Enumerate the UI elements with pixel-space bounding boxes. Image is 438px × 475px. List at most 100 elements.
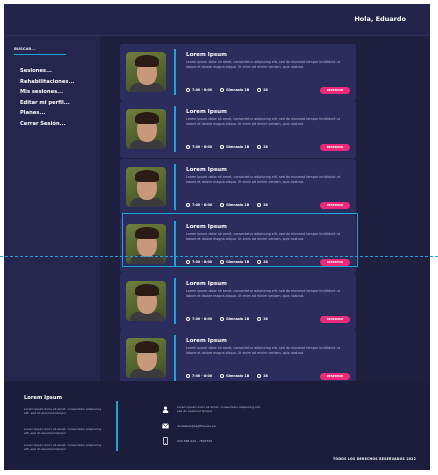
session-card[interactable]: Lorem Ipsum Lorem ipsum dolor sit amet, c… bbox=[120, 330, 356, 387]
mail-icon bbox=[162, 422, 169, 429]
card-meta: 7:00 - 8:00 Gimnasio 1B 28 bbox=[186, 88, 276, 92]
footer-phone[interactable]: 999 888 444 · 7895555 bbox=[162, 436, 212, 445]
sidebar-item-mis-sesiones[interactable]: Mis sesiones... bbox=[20, 87, 74, 98]
footer-title: Lorem Ipsum bbox=[24, 395, 62, 401]
session-card[interactable]: Lorem Ipsum Lorem ipsum dolor sit amet, c… bbox=[120, 101, 356, 158]
reserve-button[interactable]: RESERVAR bbox=[320, 87, 350, 94]
photo-hair bbox=[135, 284, 159, 296]
session-card[interactable]: Lorem Ipsum Lorem ipsum dolor sit amet, c… bbox=[120, 44, 356, 101]
card-time: 7:00 - 8:00 bbox=[186, 374, 212, 378]
photo-hair bbox=[135, 112, 159, 124]
card-count-text: 28 bbox=[263, 145, 268, 149]
location-icon bbox=[220, 317, 225, 321]
trainer-photo bbox=[126, 109, 166, 149]
user-greeting[interactable]: Hola, Eduardo bbox=[354, 15, 406, 23]
user-icon bbox=[162, 406, 169, 413]
clock-icon bbox=[186, 374, 190, 378]
card-count: 28 bbox=[257, 88, 268, 92]
card-time-text: 7:00 - 8:00 bbox=[192, 145, 213, 149]
trainer-photo bbox=[126, 167, 166, 207]
card-divider bbox=[174, 278, 176, 324]
card-divider bbox=[174, 49, 176, 95]
sidebar-item-editar-perfil[interactable]: Editar mi perfil... bbox=[20, 98, 74, 109]
card-place-text: Gimnasio 1B bbox=[226, 203, 250, 207]
card-title: Lorem Ipsum bbox=[186, 167, 227, 173]
app-frame: Hola, Eduardo BUSCAR... Sesiones... Reha… bbox=[4, 4, 430, 470]
footer-divider bbox=[116, 401, 118, 451]
footer-address: Lorem ipsum dolor sit amet, consectetur … bbox=[162, 405, 262, 413]
card-description: Lorem ipsum dolor sit amet, consectetur … bbox=[186, 117, 341, 126]
card-place: Gimnasio 1B bbox=[220, 203, 249, 207]
people-icon bbox=[257, 203, 262, 207]
card-description: Lorem ipsum dolor sit amet, consectetur … bbox=[186, 289, 341, 298]
sidebar-item-planes[interactable]: Planes... bbox=[20, 108, 74, 119]
phone-icon bbox=[162, 436, 169, 445]
card-meta: 7:00 - 8:00 Gimnasio 1B 28 bbox=[186, 203, 276, 207]
card-place: Gimnasio 1B bbox=[220, 145, 249, 149]
card-time: 7:00 - 8:00 bbox=[186, 203, 212, 207]
card-time: 7:00 - 8:00 bbox=[186, 88, 212, 92]
footer-text: Lorem ipsum dolor sit amet, consectetur … bbox=[24, 443, 102, 451]
card-meta: 7:00 - 8:00 Gimnasio 1B 28 bbox=[186, 374, 276, 378]
footer-email[interactable]: dudaabel@sagfiteness.pe bbox=[162, 422, 216, 429]
card-description: Lorem ipsum dolor sit amet, consectetur … bbox=[186, 175, 341, 184]
top-bar: Hola, Eduardo bbox=[4, 4, 430, 36]
footer-phone-text[interactable]: 999 888 444 · 7895555 bbox=[177, 439, 212, 443]
card-place: Gimnasio 1B bbox=[220, 88, 249, 92]
card-count-text: 28 bbox=[263, 203, 268, 207]
photo-hair bbox=[135, 170, 159, 182]
card-description: Lorem ipsum dolor sit amet, consectetur … bbox=[186, 346, 341, 355]
card-place: Gimnasio 1B bbox=[220, 374, 249, 378]
footer: Lorem Ipsum Lorem ipsum dolor sit amet, … bbox=[4, 381, 430, 470]
card-count: 28 bbox=[257, 317, 268, 321]
people-icon bbox=[257, 317, 262, 321]
location-icon bbox=[220, 203, 225, 207]
card-time-text: 7:00 - 8:00 bbox=[192, 317, 213, 321]
people-icon bbox=[257, 374, 262, 378]
card-count-text: 28 bbox=[263, 88, 268, 92]
session-card[interactable]: Lorem Ipsum Lorem ipsum dolor sit amet, c… bbox=[120, 273, 356, 330]
card-divider bbox=[174, 106, 176, 152]
footer-address-text: Lorem ipsum dolor sit amet, consectetur … bbox=[177, 405, 261, 413]
card-place-text: Gimnasio 1B bbox=[226, 374, 250, 378]
copyright-text: TODOS LOS DERECHOS RESERVADOS 2022 bbox=[333, 457, 416, 461]
location-icon bbox=[220, 145, 225, 149]
trainer-photo bbox=[126, 281, 166, 321]
reserve-button[interactable]: RESERVAR bbox=[320, 202, 350, 209]
card-count-text: 28 bbox=[263, 374, 268, 378]
search-input[interactable]: BUSCAR... bbox=[14, 44, 66, 55]
card-title: Lorem Ipsum bbox=[186, 52, 227, 58]
card-meta: 7:00 - 8:00 Gimnasio 1B 28 bbox=[186, 145, 276, 149]
clock-icon bbox=[186, 203, 190, 207]
trainer-photo bbox=[126, 338, 166, 378]
card-title: Lorem Ipsum bbox=[186, 281, 227, 287]
card-description: Lorem ipsum dolor sit amet, consectetur … bbox=[186, 60, 341, 69]
sidebar-menu: Sesiones... Rehabilitaciones... Mis sesi… bbox=[20, 66, 74, 129]
location-icon bbox=[220, 374, 225, 378]
sidebar-item-rehabilitaciones[interactable]: Rehabilitaciones... bbox=[20, 77, 74, 88]
card-count-text: 28 bbox=[263, 317, 268, 321]
card-title: Lorem Ipsum bbox=[186, 109, 227, 115]
card-time-text: 7:00 - 8:00 bbox=[192, 374, 213, 378]
trainer-photo bbox=[126, 52, 166, 92]
footer-text: Lorem ipsum dolor sit amet, consectetur … bbox=[24, 407, 102, 415]
card-place-text: Gimnasio 1B bbox=[226, 88, 250, 92]
reserve-button[interactable]: RESERVAR bbox=[320, 144, 350, 151]
card-title: Lorem Ipsum bbox=[186, 338, 227, 344]
sidebar-item-sesiones[interactable]: Sesiones... bbox=[20, 66, 74, 77]
selected-card-outline bbox=[122, 213, 358, 267]
sidebar-item-cerrar-sesion[interactable]: Cerrar Sesión... bbox=[20, 119, 74, 130]
reserve-button[interactable]: RESERVAR bbox=[320, 373, 350, 380]
clock-icon bbox=[186, 317, 190, 321]
card-place: Gimnasio 1B bbox=[220, 317, 249, 321]
session-card[interactable]: Lorem Ipsum Lorem ipsum dolor sit amet, c… bbox=[120, 159, 356, 216]
card-place-text: Gimnasio 1B bbox=[226, 317, 250, 321]
footer-email-text[interactable]: dudaabel@sagfiteness.pe bbox=[177, 424, 216, 428]
card-divider bbox=[174, 164, 176, 210]
card-count: 28 bbox=[257, 203, 268, 207]
clock-icon bbox=[186, 88, 190, 92]
card-meta: 7:00 - 8:00 Gimnasio 1B 28 bbox=[186, 317, 276, 321]
card-time: 7:00 - 8:00 bbox=[186, 317, 212, 321]
reserve-button[interactable]: RESERVAR bbox=[320, 316, 350, 323]
card-time: 7:00 - 8:00 bbox=[186, 145, 212, 149]
